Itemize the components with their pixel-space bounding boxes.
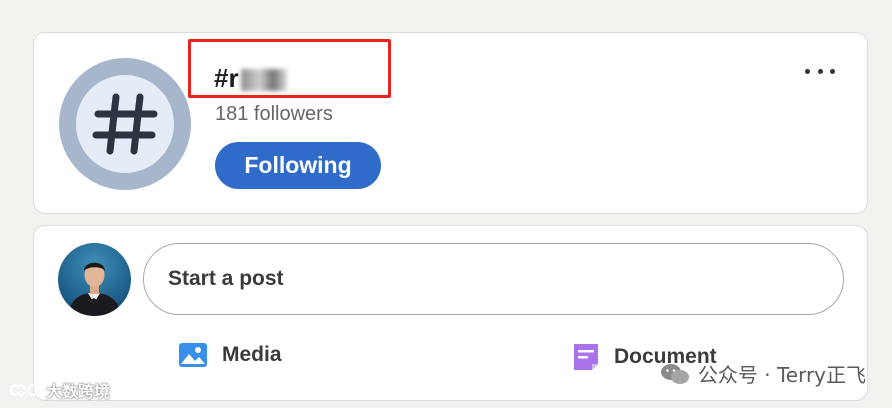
follower-count: 181 followers <box>215 103 333 125</box>
media-label: Media <box>222 343 282 366</box>
watermark-left: 大数跨境 <box>8 378 110 402</box>
hashtag-card: #r 181 followers Following <box>33 32 868 214</box>
hashtag-avatar <box>59 58 191 190</box>
hashtag-icon <box>92 93 158 155</box>
wechat-icon <box>660 363 689 384</box>
following-button[interactable]: Following <box>215 142 381 189</box>
avatar[interactable] <box>58 243 131 316</box>
more-options-icon[interactable] <box>805 63 835 79</box>
media-button[interactable]: Media <box>178 342 282 368</box>
image-icon <box>179 343 207 367</box>
watermark-right: 公众号 · Terry正飞 <box>660 359 866 388</box>
highlight-box <box>188 39 391 98</box>
document-icon <box>574 344 598 370</box>
logo-icon <box>9 384 39 396</box>
start-post-input[interactable]: Start a post <box>143 243 844 315</box>
